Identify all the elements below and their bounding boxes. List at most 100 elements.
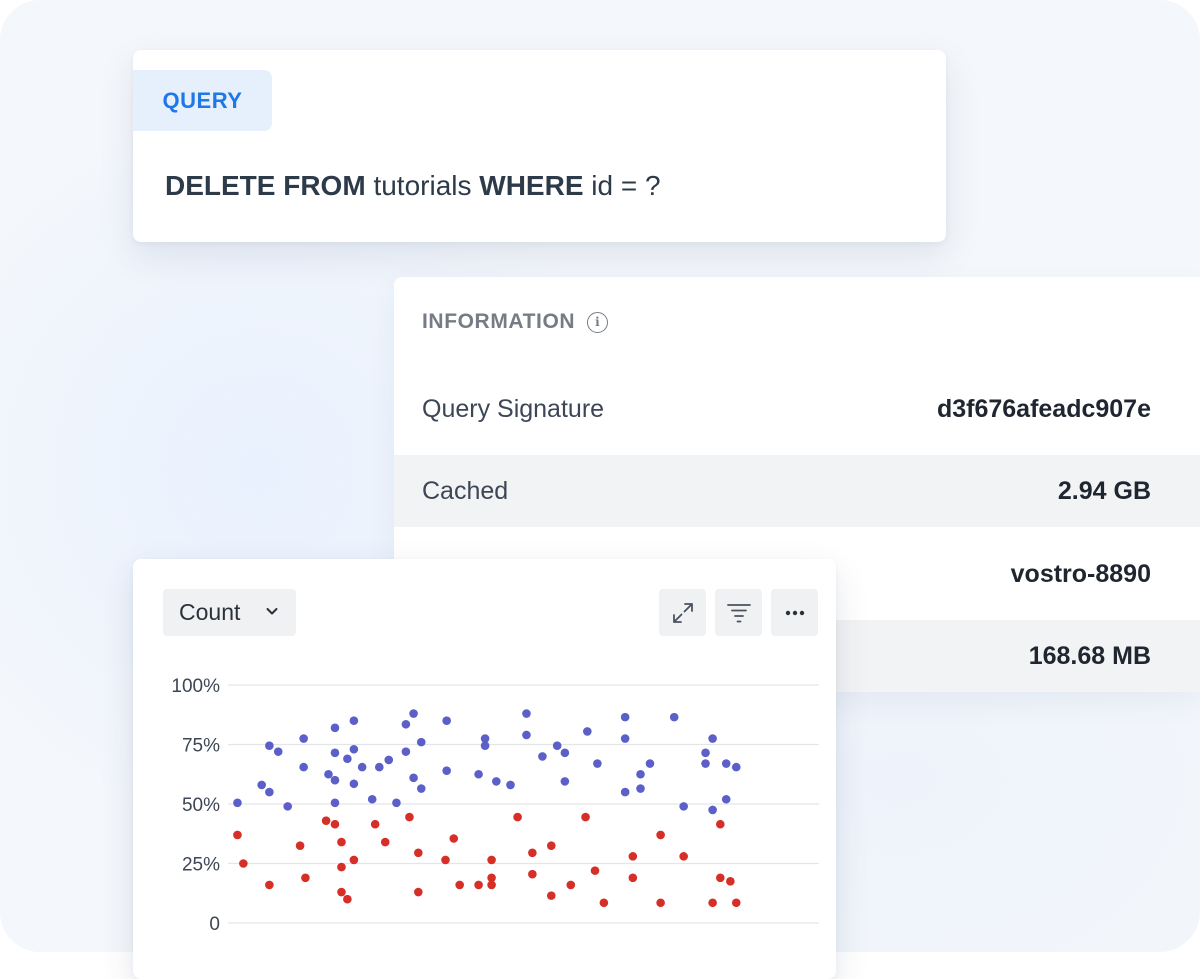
scatter-point-blue[interactable] — [620, 712, 630, 722]
scatter-point-blue[interactable] — [283, 802, 292, 811]
scatter-point-red[interactable] — [726, 877, 735, 886]
scatter-point-red[interactable] — [528, 848, 537, 858]
scatter-point-red[interactable] — [380, 837, 390, 847]
scatter-point-blue[interactable] — [560, 748, 570, 758]
scatter-point-red[interactable] — [265, 880, 274, 890]
scatter-point-red[interactable] — [295, 841, 305, 850]
scatter-point-blue[interactable] — [349, 779, 359, 789]
scatter-point-blue[interactable] — [416, 737, 426, 747]
scatter-point-blue[interactable] — [442, 766, 451, 775]
scatter-point-blue[interactable] — [330, 775, 340, 785]
scatter-point-blue[interactable] — [636, 769, 645, 779]
scatter-point-red[interactable] — [337, 837, 346, 847]
scatter-point-blue[interactable] — [560, 777, 570, 786]
scatter-point-red[interactable] — [546, 891, 556, 900]
scatter-point-red[interactable] — [628, 852, 638, 861]
scatter-point-red[interactable] — [708, 898, 717, 908]
scatter-point-red[interactable] — [546, 841, 556, 850]
scatter-point-red[interactable] — [528, 869, 537, 879]
scatter-point-red[interactable] — [731, 898, 741, 908]
filter-button[interactable] — [715, 589, 762, 636]
scatter-point-blue[interactable] — [257, 780, 266, 790]
scatter-point-blue[interactable] — [367, 794, 377, 804]
scatter-point-blue[interactable] — [343, 754, 352, 764]
scatter-point-blue[interactable] — [442, 716, 451, 725]
scatter-point-red[interactable] — [581, 812, 590, 822]
scatter-point-blue[interactable] — [233, 798, 242, 808]
scatter-point-red[interactable] — [474, 880, 483, 890]
scatter-point-blue[interactable] — [273, 747, 283, 756]
scatter-point-blue[interactable] — [324, 769, 333, 779]
scatter-point-blue[interactable] — [701, 748, 710, 758]
scatter-point-red[interactable] — [716, 819, 725, 829]
scatter-point-red[interactable] — [628, 873, 638, 883]
scatter-point-blue[interactable] — [265, 787, 274, 797]
scatter-point-blue[interactable] — [492, 777, 501, 786]
scatter-point-blue[interactable] — [708, 805, 717, 815]
scatter-point-red[interactable] — [301, 873, 310, 883]
scatter-point-blue[interactable] — [669, 712, 679, 722]
scatter-point-red[interactable] — [321, 816, 331, 825]
scatter-point-blue[interactable] — [506, 780, 515, 790]
scatter-point-blue[interactable] — [522, 730, 531, 740]
scatter-point-blue[interactable] — [480, 734, 490, 743]
scatter-point-blue[interactable] — [552, 741, 562, 750]
scatter-point-blue[interactable] — [401, 719, 411, 729]
scatter-point-blue[interactable] — [593, 759, 602, 768]
scatter-point-blue[interactable] — [299, 762, 308, 772]
scatter-point-blue[interactable] — [330, 723, 340, 733]
scatter-point-blue[interactable] — [265, 741, 274, 750]
scatter-point-blue[interactable] — [299, 734, 308, 743]
scatter-point-blue[interactable] — [392, 798, 401, 808]
scatter-point-blue[interactable] — [645, 759, 655, 768]
scatter-point-blue[interactable] — [620, 787, 630, 797]
scatter-point-blue[interactable] — [721, 759, 731, 768]
metric-dropdown[interactable]: Count — [163, 589, 296, 636]
scatter-point-red[interactable] — [414, 887, 423, 897]
scatter-point-blue[interactable] — [701, 759, 710, 768]
scatter-point-blue[interactable] — [708, 734, 717, 743]
query-tab[interactable]: QUERY — [133, 70, 272, 131]
scatter-point-red[interactable] — [233, 830, 242, 840]
scatter-point-red[interactable] — [337, 887, 346, 897]
scatter-point-blue[interactable] — [384, 755, 394, 765]
scatter-point-red[interactable] — [487, 855, 496, 865]
scatter-point-red[interactable] — [343, 894, 352, 904]
scatter-point-blue[interactable] — [349, 744, 359, 754]
scatter-point-blue[interactable] — [401, 747, 411, 756]
scatter-point-red[interactable] — [566, 880, 576, 890]
scatter-point-red[interactable] — [405, 812, 414, 822]
scatter-point-blue[interactable] — [679, 802, 688, 811]
scatter-point-blue[interactable] — [330, 748, 340, 758]
scatter-point-blue[interactable] — [357, 762, 367, 772]
scatter-point-blue[interactable] — [416, 784, 426, 793]
scatter-point-red[interactable] — [239, 859, 248, 868]
info-icon[interactable]: i — [587, 311, 609, 333]
scatter-point-red[interactable] — [455, 880, 464, 890]
scatter-point-red[interactable] — [513, 812, 522, 822]
more-button[interactable] — [771, 589, 818, 636]
scatter-point-blue[interactable] — [721, 794, 731, 804]
scatter-point-blue[interactable] — [522, 709, 531, 718]
scatter-point-red[interactable] — [337, 862, 346, 872]
scatter-point-red[interactable] — [656, 830, 665, 840]
scatter-point-blue[interactable] — [636, 784, 645, 793]
scatter-point-blue[interactable] — [409, 709, 418, 718]
expand-button[interactable] — [659, 589, 706, 636]
scatter-point-red[interactable] — [679, 852, 688, 861]
scatter-point-red[interactable] — [370, 819, 380, 829]
scatter-point-red[interactable] — [487, 880, 496, 890]
scatter-point-blue[interactable] — [583, 727, 592, 736]
scatter-point-red[interactable] — [590, 866, 600, 875]
scatter-point-red[interactable] — [716, 873, 725, 883]
scatter-point-red[interactable] — [449, 834, 459, 843]
scatter-point-blue[interactable] — [538, 752, 547, 761]
scatter-point-red[interactable] — [349, 855, 359, 865]
scatter-point-red[interactable] — [330, 819, 340, 829]
scatter-point-blue[interactable] — [374, 762, 384, 772]
scatter-point-blue[interactable] — [620, 734, 630, 743]
scatter-point-blue[interactable] — [330, 798, 340, 808]
scatter-point-blue[interactable] — [731, 762, 741, 772]
scatter-point-red[interactable] — [656, 898, 665, 908]
scatter-point-red[interactable] — [599, 898, 609, 908]
